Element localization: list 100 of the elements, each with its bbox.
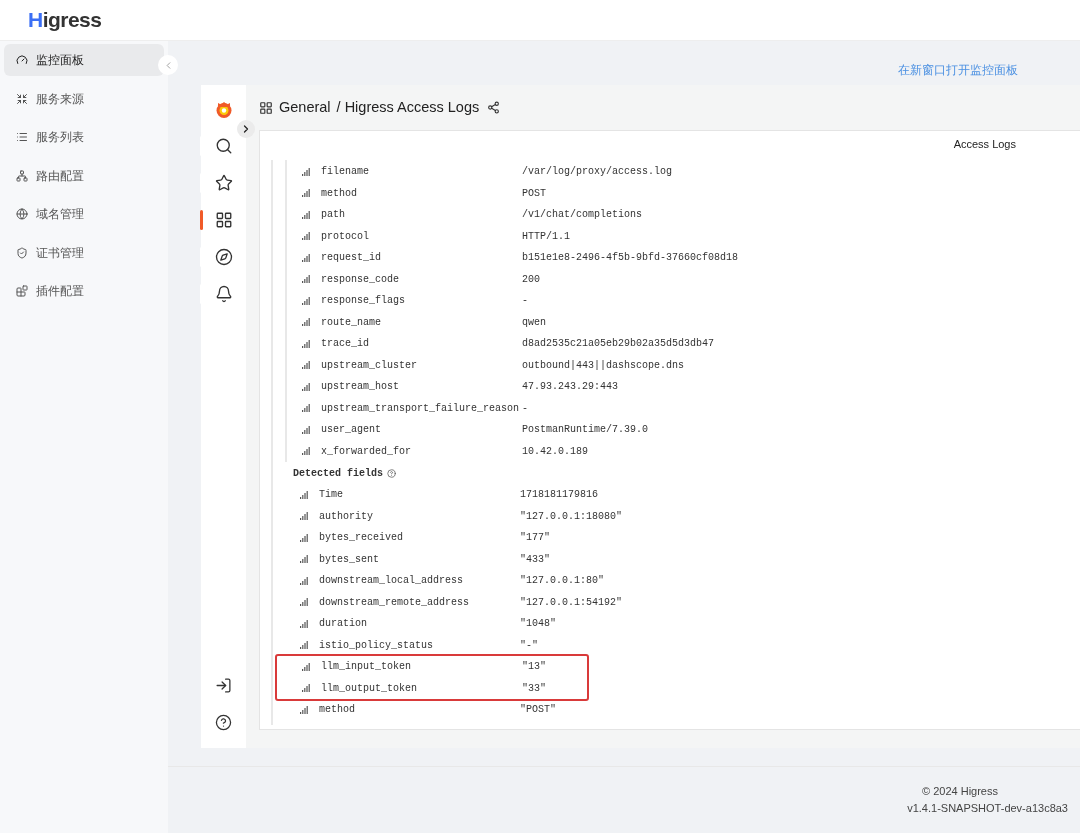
bars-icon[interactable]	[300, 598, 308, 607]
field-value: "POST"	[520, 703, 556, 718]
sidebar-item[interactable]: 服务列表	[4, 121, 164, 153]
gauge-icon	[16, 54, 28, 66]
field-value: /var/log/proxy/access.log	[522, 165, 673, 180]
bars-icon[interactable]	[302, 296, 310, 305]
bars-icon[interactable]	[302, 404, 310, 413]
share-icon[interactable]	[487, 101, 501, 114]
section-heading: Detected fields	[293, 466, 383, 481]
field-name: istio_policy_status	[319, 638, 435, 653]
field-value: "127.0.0.1:80"	[520, 574, 604, 589]
field-value: "127.0.0.1:18080"	[520, 509, 623, 524]
copyright-text: © 2024 Higress	[922, 784, 998, 799]
bars-icon[interactable]	[300, 641, 308, 650]
bars-icon[interactable]	[302, 382, 310, 391]
field-value: d8ad2535c21a05eb29b02a35d5d3db47	[522, 337, 715, 352]
field-name: bytes_sent	[319, 552, 380, 567]
bars-icon[interactable]	[302, 361, 310, 370]
bars-icon[interactable]	[300, 490, 308, 499]
field-value: 10.42.0.189	[522, 444, 588, 459]
field-name: llm_output_token	[321, 681, 418, 696]
panel-title: Access Logs	[953, 137, 1016, 153]
expand-button[interactable]	[237, 120, 255, 138]
field-value: b151e1e8-2496-4f5b-9bfd-37660cf08d18	[522, 251, 739, 266]
field-value: qwen	[522, 315, 546, 330]
bars-icon[interactable]	[300, 533, 308, 542]
bars-icon[interactable]	[302, 447, 310, 456]
star-icon[interactable]	[214, 174, 233, 192]
field-value: POST	[522, 186, 546, 201]
sidebar-item[interactable]: 证书管理	[4, 236, 164, 269]
bars-icon[interactable]	[300, 705, 308, 714]
bars-icon[interactable]	[302, 232, 310, 241]
bars-icon[interactable]	[300, 555, 308, 564]
field-name: downstream_remote_address	[319, 595, 471, 610]
field-value: "13"	[522, 660, 546, 675]
bars-icon[interactable]	[300, 512, 308, 521]
field-name: trace_id	[321, 337, 370, 352]
search-icon[interactable]	[214, 137, 233, 155]
bars-icon[interactable]	[300, 576, 308, 585]
field-value: "177"	[520, 531, 550, 546]
field-name: filename	[321, 165, 370, 180]
arrows-icon	[16, 92, 28, 105]
bars-icon[interactable]	[302, 167, 310, 176]
bars-icon[interactable]	[302, 275, 310, 284]
bars-icon[interactable]	[302, 210, 310, 219]
compass-icon[interactable]	[214, 248, 233, 266]
field-value: "1048"	[520, 617, 556, 632]
sign-in-icon[interactable]	[215, 677, 232, 694]
field-name: request_id	[321, 251, 382, 266]
field-value: /v1/chat/completions	[522, 208, 643, 223]
field-name: authority	[319, 509, 374, 524]
field-value: "33"	[522, 681, 546, 696]
field-value: 200	[522, 272, 540, 287]
sidebar-item[interactable]: 插件配置	[4, 275, 164, 307]
sidebar-item[interactable]: 域名管理	[4, 198, 164, 230]
field-name: llm_input_token	[321, 660, 412, 675]
field-value: HTTP/1.1	[522, 229, 570, 244]
field-name: method	[321, 186, 358, 201]
field-name: method	[319, 703, 356, 718]
help-icon[interactable]	[215, 714, 232, 731]
bars-icon[interactable]	[302, 318, 310, 327]
breadcrumb-link[interactable]: General	[279, 96, 331, 119]
field-name: x_forwarded_for	[321, 444, 412, 459]
dashboard-title[interactable]: / Higress Access Logs	[336, 96, 480, 119]
version-text: v1.4.1-SNAPSHOT-dev-a13c8a3	[907, 801, 1068, 816]
grid-icon	[259, 100, 273, 115]
bars-icon[interactable]	[302, 339, 310, 348]
field-value: "-"	[520, 638, 538, 653]
field-name: path	[321, 208, 346, 223]
field-name: bytes_received	[319, 531, 404, 546]
bars-icon[interactable]	[302, 684, 310, 693]
shield-icon	[16, 246, 28, 259]
field-value: "127.0.0.1:54192"	[520, 595, 623, 610]
bars-icon[interactable]	[302, 425, 310, 434]
bars-icon[interactable]	[300, 619, 308, 628]
info-icon[interactable]	[387, 468, 396, 478]
field-value: outbound|443||dashscope.dns	[522, 358, 685, 373]
sidebar-item[interactable]: 服务来源	[4, 82, 164, 115]
field-value: 47.93.243.29:443	[522, 380, 618, 395]
field-name: upstream_cluster	[321, 358, 418, 373]
logo[interactable]: Higress	[28, 4, 102, 36]
field-name: route_name	[321, 315, 382, 330]
bars-icon[interactable]	[302, 662, 310, 671]
grid-icon[interactable]	[214, 211, 233, 229]
field-name: Time	[319, 488, 344, 503]
field-name: response_code	[321, 272, 400, 287]
bars-icon[interactable]	[302, 189, 310, 198]
field-name: upstream_host	[321, 380, 400, 395]
sidebar-item[interactable]: 路由配置	[4, 159, 164, 192]
globe-icon	[16, 208, 28, 220]
field-name: upstream_transport_failure_reason	[321, 401, 521, 416]
field-name: protocol	[321, 229, 370, 244]
field-name: user_agent	[321, 423, 382, 438]
sidebar-item[interactable]: 监控面板	[4, 44, 164, 76]
list-icon	[16, 131, 28, 143]
bars-icon[interactable]	[302, 253, 310, 262]
blocks-icon	[16, 285, 28, 297]
bell-icon[interactable]	[214, 285, 233, 303]
field-value: -	[522, 401, 528, 416]
field-value: PostmanRuntime/7.39.0	[522, 423, 649, 438]
